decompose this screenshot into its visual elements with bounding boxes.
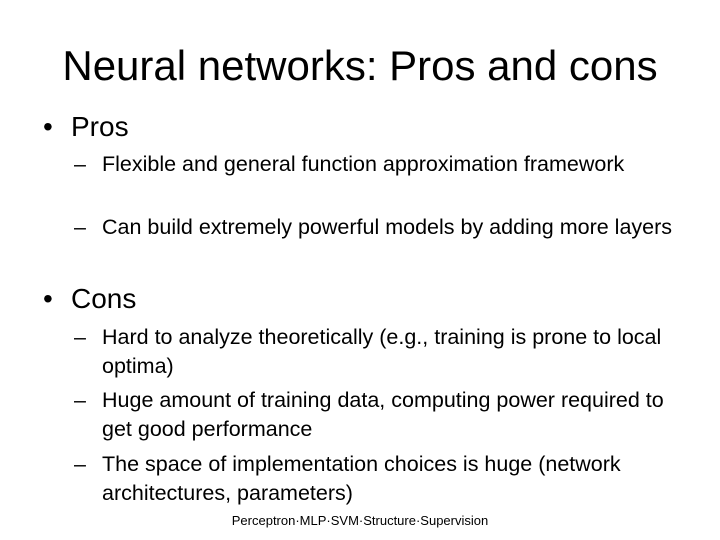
dash-marker-icon: – <box>74 388 86 412</box>
section-heading-label: Cons <box>71 283 137 314</box>
pros-item-text: Flexible and general function approximat… <box>102 152 625 176</box>
cons-item-text: Hard to analyze theoretically (e.g., tra… <box>102 325 662 378</box>
slide-footer: Perceptron·MLP·SVM·Structure·Supervision <box>231 513 489 528</box>
cons-item-3: – The space of implementation choices is… <box>74 450 684 508</box>
dash-marker-icon: – <box>74 325 86 349</box>
cons-item-text: Huge amount of training data, computing … <box>102 388 664 441</box>
bullet-dot-icon: • <box>43 283 53 314</box>
dash-marker-icon: – <box>74 452 86 476</box>
pros-item-1: – Flexible and general function approxim… <box>74 150 684 179</box>
pros-item-2: – Can build extremely powerful models by… <box>74 213 684 242</box>
pros-item-text: Can build extremely powerful models by a… <box>102 215 673 239</box>
cons-item-1: – Hard to analyze theoretically (e.g., t… <box>74 323 684 381</box>
cons-item-text: The space of implementation choices is h… <box>102 452 621 505</box>
cons-item-2: – Huge amount of training data, computin… <box>74 386 684 444</box>
section-heading-label: Pros <box>71 111 129 142</box>
section-heading-pros: • Pros <box>43 110 129 144</box>
dash-marker-icon: – <box>74 152 86 176</box>
section-heading-cons: • Cons <box>43 282 136 316</box>
slide-title: Neural networks: Pros and cons <box>62 42 658 89</box>
bullet-dot-icon: • <box>43 111 53 142</box>
dash-marker-icon: – <box>74 215 86 239</box>
